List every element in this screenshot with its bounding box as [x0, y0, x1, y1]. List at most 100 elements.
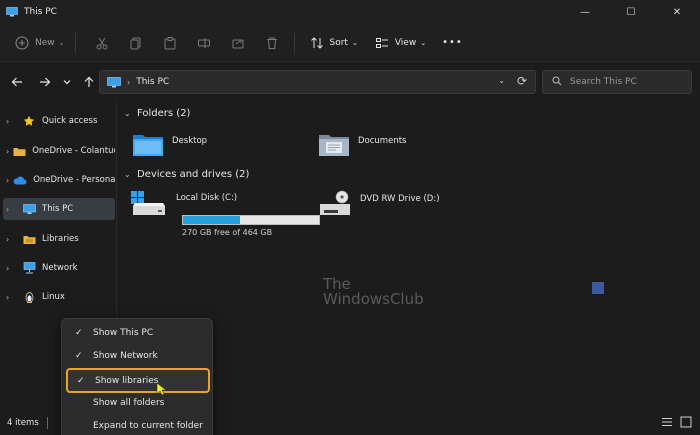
- menu-item-show-network[interactable]: ✓ Show Network: [66, 345, 210, 367]
- up-arrow-icon[interactable]: [78, 71, 100, 93]
- sidebar-item-label: Quick access: [42, 116, 98, 126]
- view-label: View: [394, 37, 417, 48]
- chevron-down-icon[interactable]: ⌄: [124, 170, 134, 179]
- chevron-right-icon[interactable]: ›: [6, 293, 18, 302]
- checkmark-icon: ✓: [77, 375, 85, 386]
- search-box[interactable]: [542, 70, 692, 94]
- chevron-right-icon[interactable]: ›: [6, 147, 9, 156]
- sort-label: Sort: [329, 37, 348, 48]
- delete-button[interactable]: [262, 30, 282, 56]
- drive-tile-local-disk-c[interactable]: Local Disk (C:) 270 GB free of 464 GB: [130, 190, 330, 237]
- checkmark-icon: ✓: [75, 328, 83, 338]
- drive-name: DVD RW Drive (D:): [360, 194, 440, 204]
- folder-tile-desktop[interactable]: Desktop: [132, 132, 207, 158]
- sort-arrows-icon: [307, 33, 327, 53]
- navigation-bar: › This PC ⌄ ⟳: [0, 62, 700, 102]
- back-arrow-icon[interactable]: [6, 71, 28, 93]
- folders-group-header[interactable]: ⌄ Folders (2): [124, 108, 190, 119]
- scissors-icon: [92, 33, 112, 53]
- view-list-icon: [372, 33, 392, 53]
- libraries-icon: [22, 233, 36, 245]
- sidebar-item-linux[interactable]: › Linux: [3, 286, 115, 308]
- chevron-right-icon[interactable]: ›: [6, 205, 18, 214]
- search-icon: [552, 76, 562, 89]
- window-title: This PC: [24, 7, 57, 17]
- dvd-drive-icon: [320, 190, 350, 215]
- minimize-button[interactable]: —: [562, 0, 608, 24]
- copy-button[interactable]: [126, 30, 146, 56]
- chevron-right-icon[interactable]: ›: [6, 264, 18, 273]
- menu-item-show-this-pc[interactable]: ✓ Show This PC: [66, 322, 210, 344]
- cloud-icon: [13, 174, 27, 186]
- sidebar-item-onedrive-personal[interactable]: › OneDrive - Personal: [3, 169, 115, 191]
- cut-button[interactable]: [92, 30, 112, 56]
- menu-item-expand-to-current-folder[interactable]: Expand to current folder: [66, 415, 210, 435]
- folder-icon: [13, 145, 26, 157]
- share-icon: [228, 33, 248, 53]
- desktop-folder-icon: [133, 135, 163, 156]
- details-view-icon[interactable]: [661, 416, 673, 428]
- sidebar-item-label: OneDrive - Personal: [33, 175, 115, 185]
- breadcrumb-separator: ›: [127, 77, 131, 87]
- menu-item-label: Show Network: [93, 351, 158, 361]
- drive-free-space: 270 GB free of 464 GB: [182, 228, 273, 237]
- paste-button[interactable]: [160, 30, 180, 56]
- sidebar-item-this-pc[interactable]: › This PC: [3, 198, 115, 220]
- address-bar[interactable]: › This PC ⌄ ⟳: [99, 70, 536, 94]
- folders-group-title: Folders (2): [137, 108, 191, 119]
- local-disk-icon: [131, 191, 165, 215]
- chevron-down-icon[interactable]: ⌄: [124, 109, 134, 118]
- mouse-cursor-icon: [156, 382, 166, 396]
- rename-button[interactable]: [194, 30, 214, 56]
- toolbar-divider: [293, 32, 295, 53]
- breadcrumb-this-pc[interactable]: This PC: [136, 77, 169, 87]
- recent-locations-chevron-icon[interactable]: [56, 71, 78, 93]
- computer-icon: [22, 203, 36, 215]
- new-button[interactable]: New ⌄: [12, 30, 65, 56]
- chevron-down-icon: ⌄: [351, 38, 358, 47]
- sidebar-item-label: Network: [42, 263, 78, 273]
- menu-item-show-libraries[interactable]: ✓ Show libraries: [66, 368, 210, 393]
- checkmark-icon: ✓: [75, 351, 83, 361]
- documents-folder-icon: [319, 135, 349, 156]
- chevron-right-icon[interactable]: ›: [6, 235, 18, 244]
- paste-icon: [160, 33, 180, 53]
- drive-tile-dvd-d[interactable]: DVD RW Drive (D:): [318, 190, 440, 218]
- refresh-icon[interactable]: ⟳: [517, 74, 527, 88]
- forward-arrow-icon[interactable]: [34, 71, 56, 93]
- large-icons-view-icon[interactable]: [680, 416, 692, 428]
- menu-item-show-all-folders[interactable]: Show all folders: [66, 392, 210, 414]
- search-input[interactable]: [570, 77, 680, 87]
- chevron-down-icon[interactable]: ⌄: [498, 76, 505, 85]
- trash-icon: [262, 33, 282, 53]
- chevron-down-icon: ⌄: [58, 38, 65, 47]
- share-button[interactable]: [228, 30, 248, 56]
- more-options-button[interactable]: •••: [442, 30, 463, 56]
- sidebar-item-libraries[interactable]: › Libraries: [3, 228, 115, 250]
- drive-usage-bar: [182, 215, 320, 225]
- sort-button[interactable]: Sort ⌄: [307, 30, 358, 56]
- sidebar-item-network[interactable]: › Network: [3, 257, 115, 279]
- computer-icon: [107, 76, 121, 87]
- drive-usage-fill: [183, 216, 240, 224]
- command-bar: New ⌄ Sort ⌄ View ⌄ •••: [0, 24, 700, 62]
- rename-icon: [194, 33, 214, 53]
- navigation-pane-context-menu: ✓ Show This PC ✓ Show Network ✓ Show lib…: [61, 318, 213, 435]
- linux-penguin-icon: [22, 291, 36, 303]
- item-count: 4 items: [7, 417, 39, 428]
- sidebar-item-onedrive-colantuc[interactable]: › OneDrive - Colantuc: [3, 140, 115, 162]
- view-button[interactable]: View ⌄: [372, 30, 426, 56]
- close-button[interactable]: ✕: [654, 0, 700, 24]
- maximize-button[interactable]: ☐: [608, 0, 654, 24]
- drives-group-title: Devices and drives (2): [137, 169, 250, 180]
- chevron-down-icon: ⌄: [420, 38, 427, 47]
- status-divider: [46, 416, 48, 429]
- network-icon: [22, 262, 36, 274]
- chevron-right-icon[interactable]: ›: [6, 176, 9, 185]
- folder-tile-documents[interactable]: Documents: [318, 132, 406, 158]
- drives-group-header[interactable]: ⌄ Devices and drives (2): [124, 169, 249, 180]
- menu-item-label: Show libraries: [95, 375, 159, 386]
- sidebar-item-quick-access[interactable]: › Quick access: [3, 110, 115, 132]
- chevron-right-icon[interactable]: ›: [6, 117, 18, 126]
- copy-icon: [126, 33, 146, 53]
